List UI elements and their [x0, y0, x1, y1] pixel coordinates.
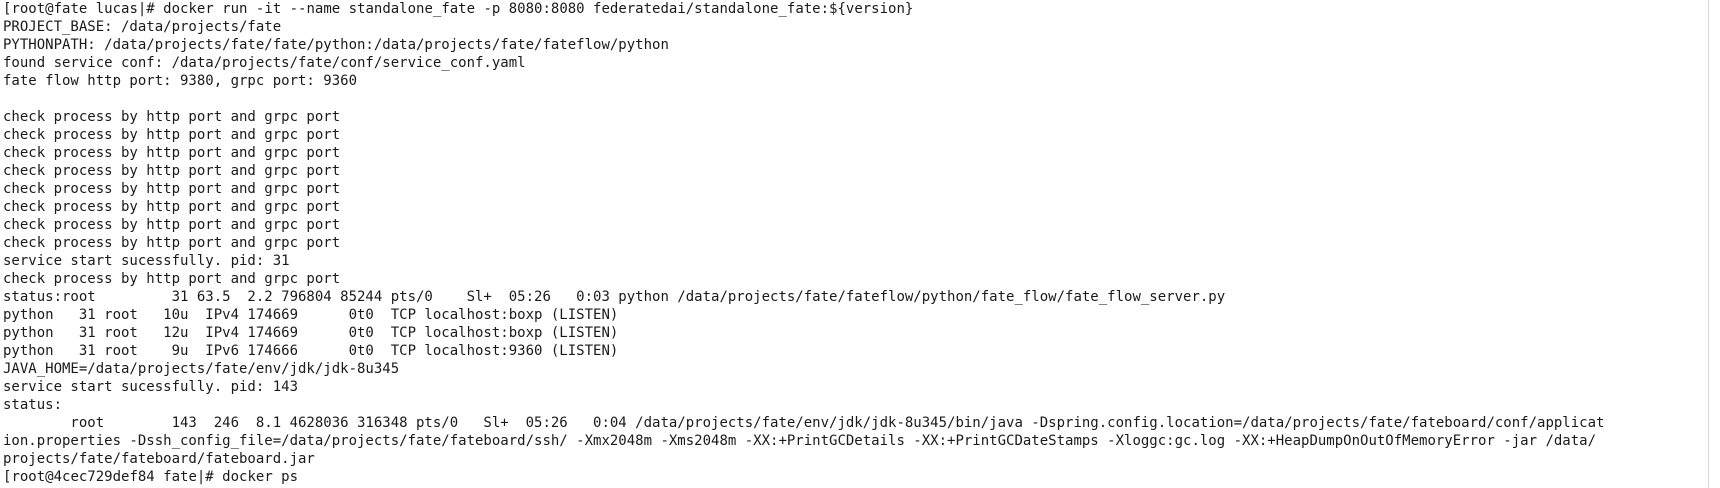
shell-command: docker run -it --name standalone_fate -p…: [163, 1, 914, 17]
shell-prompt: root@4cec729def84 fate: [11, 469, 197, 485]
output-line: PROJECT_BASE: /data/projects/fate: [3, 19, 282, 35]
terminal-window[interactable]: [root@fate lucas|# docker run -it --name…: [0, 0, 1720, 488]
output-line: check process by http port and grpc port: [3, 127, 341, 143]
shell-command: docker ps: [222, 469, 299, 485]
output-line: check process by http port and grpc port: [3, 181, 341, 197]
prompt-line: [root@fate lucas|# docker run -it --name…: [3, 0, 1708, 18]
output-line: check process by http port and grpc port: [3, 271, 341, 287]
output-line: check process by http port and grpc port: [3, 199, 341, 215]
output-line: service start sucessfully. pid: 31: [3, 253, 290, 269]
prompt-line: [root@4cec729def84 fate|# docker ps: [3, 468, 1708, 486]
output-line: ion.properties -Dssh_config_file=/data/p…: [3, 433, 1597, 449]
output-line: check process by http port and grpc port: [3, 163, 341, 179]
shell-prompt: root@fate lucas: [11, 1, 138, 17]
output-line: check process by http port and grpc port: [3, 145, 341, 161]
prompt-close-bracket: |#: [196, 469, 223, 485]
output-line: root 143 246 8.1 4628036 316348 pts/0 Sl…: [3, 415, 1605, 431]
output-line: python 31 root 12u IPv4 174669 0t0 TCP l…: [3, 325, 619, 341]
output-line: status:root 31 63.5 2.2 796804 85244 pts…: [3, 289, 1226, 305]
terminal-scrollbar[interactable]: [1708, 0, 1720, 488]
output-line: fate flow http port: 9380, grpc port: 93…: [3, 73, 358, 89]
output-line: projects/fate/fateboard/fateboard.jar: [3, 451, 315, 467]
output-line: check process by http port and grpc port: [3, 109, 341, 125]
output-line: service start sucessfully. pid: 143: [3, 379, 299, 395]
output-line: status:: [3, 397, 63, 413]
output-line: JAVA_HOME=/data/projects/fate/env/jdk/jd…: [3, 361, 400, 377]
prompt-close-bracket: |#: [137, 1, 164, 17]
output-line: check process by http port and grpc port: [3, 235, 341, 251]
output-line: python 31 root 9u IPv6 174666 0t0 TCP lo…: [3, 343, 619, 359]
output-line: python 31 root 10u IPv4 174669 0t0 TCP l…: [3, 307, 619, 323]
output-line: PYTHONPATH: /data/projects/fate/fate/pyt…: [3, 37, 669, 53]
output-line: found service conf: /data/projects/fate/…: [3, 55, 526, 71]
output-line: check process by http port and grpc port: [3, 217, 341, 233]
terminal-output[interactable]: [root@fate lucas|# docker run -it --name…: [0, 0, 1708, 488]
